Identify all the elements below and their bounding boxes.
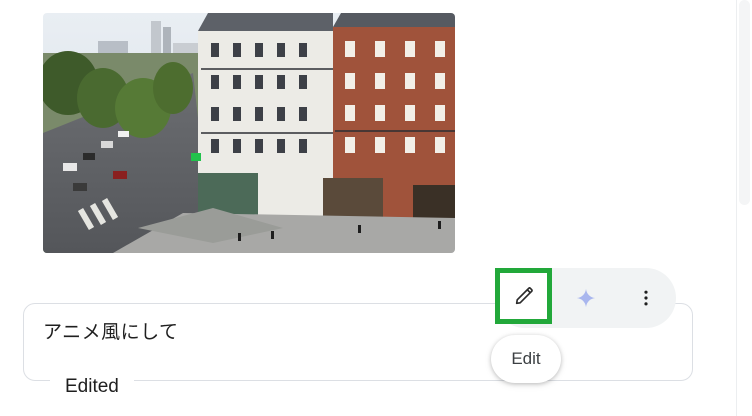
pencil-icon	[515, 287, 533, 305]
generated-image[interactable]	[43, 13, 455, 253]
prompt-text: アニメ風にして	[43, 321, 179, 343]
chat-page: アニメ風にして Edited Edit	[0, 0, 752, 416]
scrollbar-track[interactable]	[736, 0, 752, 416]
scrollbar-thumb[interactable]	[739, 0, 750, 205]
edit-button[interactable]	[495, 268, 552, 324]
edited-status-label: Edited	[50, 376, 134, 398]
sparkle-button[interactable]	[566, 278, 606, 318]
edit-tooltip: Edit	[491, 335, 561, 383]
sparkle-icon	[576, 288, 596, 308]
more-options-button[interactable]	[626, 278, 666, 318]
more-vert-icon	[644, 290, 648, 306]
street-photo-illustration	[43, 13, 455, 253]
